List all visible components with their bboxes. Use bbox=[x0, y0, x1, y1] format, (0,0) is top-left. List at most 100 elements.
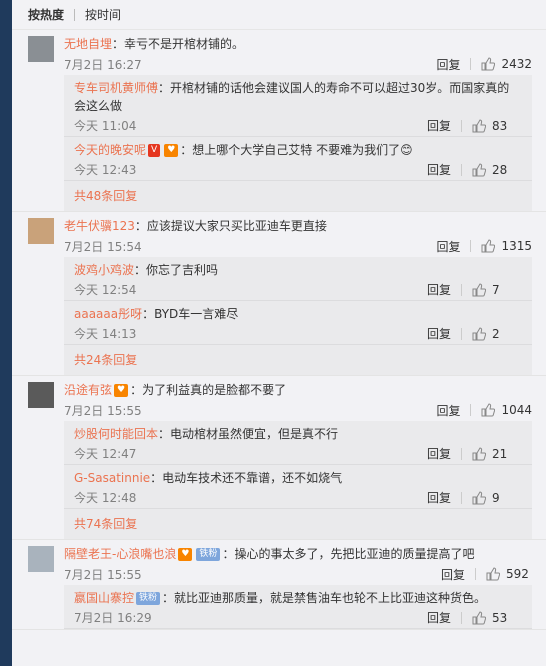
thumbs-up-icon[interactable] bbox=[481, 239, 496, 253]
reply-thread: 炒股何时能回本：电动棺材虽然便宜，但是真不行 今天 12:47 回复 21 G-Sasa… bbox=[64, 421, 532, 539]
reply-item: aaaaaa彤呀：BYD车一言难尽 今天 14:13 回复 2 bbox=[64, 301, 532, 345]
comment-meta-row: 7月2日 15:55 回复 592 bbox=[64, 563, 532, 585]
reply-button[interactable]: 回复 bbox=[427, 117, 451, 134]
sort-bar: 按热度 按时间 bbox=[12, 0, 546, 30]
username-link[interactable]: 隔壁老王-心浪嘴也浪 bbox=[64, 547, 176, 561]
reply-button[interactable]: 回复 bbox=[427, 281, 451, 298]
like-count: 1044 bbox=[501, 403, 532, 417]
username-link[interactable]: 老牛伏骥123 bbox=[64, 219, 135, 233]
sort-divider bbox=[74, 8, 76, 21]
thumbs-up-icon[interactable] bbox=[472, 282, 487, 297]
comment-meta-row: 7月2日 15:55 回复 1044 bbox=[64, 399, 532, 421]
avatar[interactable] bbox=[28, 382, 54, 408]
member-badge-icon: ♥ bbox=[114, 384, 129, 397]
comment-meta-row: 今天 12:54 回复 7 bbox=[74, 279, 518, 300]
reply-button[interactable]: 回复 bbox=[427, 489, 451, 506]
more-replies-link[interactable]: 共74条回复 bbox=[64, 509, 532, 539]
meta-divider bbox=[475, 568, 476, 580]
comment-content: ：为了利益真的是脸都不要了 bbox=[130, 383, 287, 397]
meta-divider bbox=[461, 327, 462, 340]
reply-text: 炒股何时能回本：电动棺材虽然便宜，但是真不行 bbox=[74, 421, 518, 443]
timestamp: 7月2日 15:55 bbox=[64, 403, 142, 418]
reply-item: 波鸡小鸡波：你忘了吉利吗 今天 12:54 回复 7 bbox=[64, 257, 532, 301]
thumbs-up-icon[interactable] bbox=[472, 446, 487, 461]
comment-item: 无地自埋：幸亏不是开棺材铺的。 7月2日 16:27 回复 2432 专车司机黄师傅：开… bbox=[12, 30, 546, 212]
comment-meta-row: 7月2日 15:54 回复 1315 bbox=[64, 235, 532, 257]
thumbs-up-icon[interactable] bbox=[472, 118, 487, 133]
comment-meta-row: 今天 11:04 回复 83 bbox=[74, 115, 518, 136]
more-replies-link[interactable]: 共48条回复 bbox=[64, 181, 532, 211]
thumbs-up-icon[interactable] bbox=[481, 403, 496, 417]
timestamp: 7月2日 16:29 bbox=[74, 611, 152, 625]
reply-button[interactable]: 回复 bbox=[427, 445, 451, 462]
comment-content: ：应该提议大家只买比亚迪车更直接 bbox=[134, 219, 327, 233]
reply-button[interactable]: 回复 bbox=[427, 609, 451, 626]
fan-badge-icon: 铁粉 bbox=[196, 548, 221, 561]
thumbs-up-icon[interactable] bbox=[472, 490, 487, 505]
username-link[interactable]: 波鸡小鸡波 bbox=[74, 263, 134, 277]
meta-divider bbox=[470, 404, 472, 416]
avatar[interactable] bbox=[28, 218, 54, 244]
comment-meta-row: 今天 14:13 回复 2 bbox=[74, 323, 518, 344]
comment-item: 老牛伏骥123：应该提议大家只买比亚迪车更直接 7月2日 15:54 回复 1315 波… bbox=[12, 212, 546, 376]
member-badge-icon: ♥ bbox=[178, 548, 193, 561]
reply-button[interactable]: 回复 bbox=[436, 56, 460, 73]
comment-panel: 按热度 按时间 无地自埋：幸亏不是开棺材铺的。 7月2日 16:27 回复 2432 专… bbox=[12, 0, 546, 666]
thumbs-up-icon[interactable] bbox=[472, 162, 487, 177]
reply-button[interactable]: 回复 bbox=[427, 161, 451, 178]
thumbs-up-icon[interactable] bbox=[481, 57, 496, 71]
reply-content: ：电动棺材虽然便宜，但是真不行 bbox=[158, 427, 339, 441]
sort-by-time-tab[interactable]: 按时间 bbox=[85, 6, 121, 23]
meta-divider bbox=[470, 240, 472, 252]
reply-thread: 波鸡小鸡波：你忘了吉利吗 今天 12:54 回复 7 aaaaaa彤呀：BYD车一言难尽… bbox=[64, 257, 532, 375]
comment-meta-row: 今天 12:48 回复 9 bbox=[74, 487, 518, 508]
reply-button[interactable]: 回复 bbox=[436, 238, 460, 255]
comment-meta-row: 今天 12:47 回复 21 bbox=[74, 443, 518, 464]
reply-button[interactable]: 回复 bbox=[427, 325, 451, 342]
like-count: 1315 bbox=[501, 239, 532, 253]
comment-body: 隔壁老王-心浪嘴也浪 ♥ 铁粉 ：操心的事太多了，先把比亚迪的质量提高了吧 7月2日 1… bbox=[28, 540, 546, 629]
thumbs-up-icon[interactable] bbox=[472, 610, 487, 625]
fan-badge-icon: 铁粉 bbox=[136, 592, 161, 605]
like-count: 2 bbox=[492, 326, 500, 341]
thumbs-up-icon[interactable] bbox=[472, 326, 487, 341]
username-link[interactable]: 无地自埋 bbox=[64, 37, 112, 51]
timestamp: 今天 12:48 bbox=[74, 491, 137, 505]
comment-text: 无地自埋：幸亏不是开棺材铺的。 bbox=[64, 30, 532, 53]
reply-item: 专车司机黄师傅：开棺材铺的话他会建议国人的寿命不可以超过30岁。而国家真的会这么… bbox=[64, 75, 532, 137]
reply-text: 嬴国山寨控 铁粉 ：就比亚迪那质量，就是禁售油车也轮不上比亚迪这种货色。 bbox=[74, 585, 518, 607]
username-link[interactable]: 炒股何时能回本 bbox=[74, 427, 158, 441]
sort-by-hot-tab[interactable]: 按热度 bbox=[28, 6, 64, 23]
meta-divider bbox=[461, 119, 462, 132]
username-link[interactable]: aaaaaa彤呀 bbox=[74, 307, 142, 321]
reply-text: 今天的晚安呢 V ♥ ：想上哪个大学自己艾特 不要难为我们了😊 bbox=[74, 137, 518, 159]
comment-item: 沿途有弦 ♥ ：为了利益真的是脸都不要了 7月2日 15:55 回复 1044 炒股何时能回… bbox=[12, 376, 546, 540]
reply-button[interactable]: 回复 bbox=[441, 566, 465, 583]
reply-content: ：BYD车一言难尽 bbox=[142, 307, 239, 321]
meta-divider bbox=[461, 491, 462, 504]
username-link[interactable]: 嬴国山寨控 bbox=[74, 591, 134, 605]
reply-button[interactable]: 回复 bbox=[436, 402, 460, 419]
reply-content: ：想上哪个大学自己艾特 不要难为我们了😊 bbox=[180, 143, 413, 157]
avatar[interactable] bbox=[28, 546, 54, 572]
like-count: 28 bbox=[492, 162, 508, 177]
thumbs-up-icon[interactable] bbox=[486, 567, 501, 581]
reply-text: aaaaaa彤呀：BYD车一言难尽 bbox=[74, 301, 518, 323]
timestamp: 7月2日 15:54 bbox=[64, 239, 142, 254]
timestamp: 今天 14:13 bbox=[74, 327, 137, 341]
timestamp: 今天 12:47 bbox=[74, 447, 137, 461]
reply-text: G-Sasatinnie：电动车技术还不靠谱，还不如烧气 bbox=[74, 465, 518, 487]
avatar[interactable] bbox=[28, 36, 54, 62]
meta-divider bbox=[461, 611, 462, 624]
reply-item: G-Sasatinnie：电动车技术还不靠谱，还不如烧气今天 12:48 回复 9 bbox=[64, 465, 532, 509]
meta-divider bbox=[470, 58, 472, 70]
username-link[interactable]: G-Sasatinnie bbox=[74, 471, 150, 485]
like-count: 7 bbox=[492, 282, 500, 297]
username-link[interactable]: 沿途有弦 bbox=[64, 383, 112, 397]
like-count: 9 bbox=[492, 490, 500, 505]
username-link[interactable]: 今天的晚安呢 bbox=[74, 143, 146, 157]
username-link[interactable]: 专车司机黄师傅 bbox=[74, 81, 158, 95]
more-replies-link[interactable]: 共24条回复 bbox=[64, 345, 532, 375]
timestamp: 7月2日 16:27 bbox=[64, 57, 142, 72]
comment-body: 无地自埋：幸亏不是开棺材铺的。 7月2日 16:27 回复 2432 专车司机黄师傅：开… bbox=[28, 30, 546, 211]
